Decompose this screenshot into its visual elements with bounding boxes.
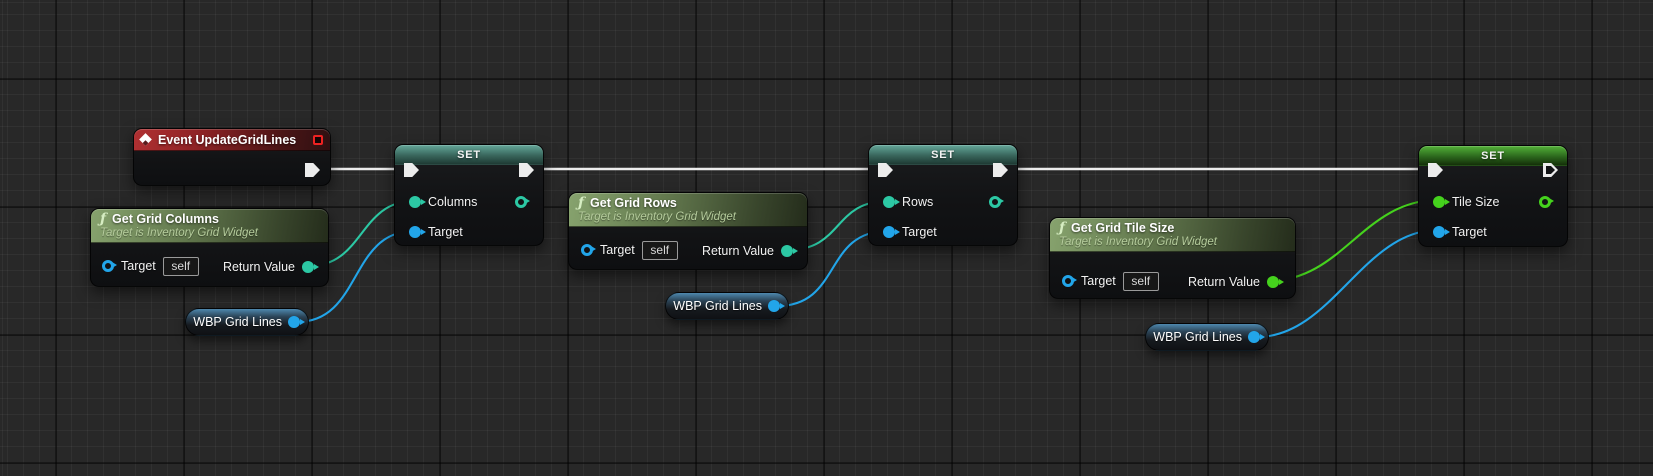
return-value-label: Return Value <box>1187 275 1260 289</box>
target-in-pin[interactable] <box>102 260 117 272</box>
target-self-value[interactable]: self <box>641 240 678 260</box>
set-node-title: SET <box>931 148 955 161</box>
node-variable-wbp-grid-lines-1[interactable]: WBP Grid Lines <box>185 308 309 336</box>
columns-in-pin[interactable] <box>409 196 426 208</box>
target-in-pin[interactable] <box>1433 226 1450 238</box>
target-pin-label: Target <box>428 225 463 239</box>
target-in-pin[interactable] <box>1062 275 1077 287</box>
target-in-pin[interactable] <box>581 244 596 256</box>
function-node-title: Get Grid Rows <box>590 196 677 210</box>
set-node-title: SET <box>457 148 481 161</box>
return-value-pin[interactable] <box>302 261 319 273</box>
columns-pin-label: Columns <box>428 195 478 209</box>
node-set-tile-size[interactable]: SET Tile Size Target <box>1418 145 1568 247</box>
variable-label: WBP Grid Lines <box>673 299 762 313</box>
return-value-label: Return Value <box>701 244 774 258</box>
exec-out-pin[interactable] <box>305 163 320 177</box>
exec-in-pin[interactable] <box>878 163 893 177</box>
set-node-title: SET <box>1481 149 1505 162</box>
function-node-header: ƒ Get Grid Rows Target is Inventory Grid… <box>569 193 807 227</box>
target-pin-label: Target <box>1081 274 1116 288</box>
set-node-header: SET <box>869 145 1017 165</box>
target-pin-label: Target <box>902 225 937 239</box>
node-get-grid-columns[interactable]: ƒ Get Grid Columns Target is Inventory G… <box>90 208 329 287</box>
target-self-value[interactable]: self <box>1122 271 1159 291</box>
node-event-updategridlines[interactable]: Event UpdateGridLines <box>133 128 331 186</box>
tile-size-in-pin[interactable] <box>1433 196 1450 208</box>
target-in-pin[interactable] <box>883 226 900 238</box>
rows-in-pin[interactable] <box>883 196 900 208</box>
function-node-title: Get Grid Tile Size <box>1071 221 1175 235</box>
event-red-box-icon <box>313 134 323 145</box>
rows-pin-label: Rows <box>902 195 934 209</box>
columns-out-pin[interactable] <box>515 196 530 208</box>
node-get-grid-tile-size[interactable]: ƒ Get Grid Tile Size Target is Inventory… <box>1049 217 1296 299</box>
target-self-value[interactable]: self <box>162 256 199 276</box>
node-variable-wbp-grid-lines-3[interactable]: WBP Grid Lines <box>1145 323 1269 351</box>
function-node-title: Get Grid Columns <box>112 212 219 226</box>
event-node-header: Event UpdateGridLines <box>134 129 330 151</box>
event-node-title: Event UpdateGridLines <box>158 132 297 147</box>
node-variable-wbp-grid-lines-2[interactable]: WBP Grid Lines <box>665 292 789 320</box>
tile-size-pin-label: Tile Size <box>1452 195 1500 209</box>
function-node-header: ƒ Get Grid Tile Size Target is Inventory… <box>1050 218 1295 252</box>
return-value-pin[interactable] <box>1267 276 1284 288</box>
variable-label: WBP Grid Lines <box>1153 330 1242 344</box>
return-value-pin[interactable] <box>781 245 798 257</box>
blueprint-graph-canvas[interactable]: Event UpdateGridLines ƒ Get Grid Columns… <box>0 0 1653 476</box>
function-icon: ƒ <box>1059 220 1066 236</box>
function-node-subtitle: Target is Inventory Grid Widget <box>1059 236 1217 248</box>
function-icon: ƒ <box>578 195 585 211</box>
node-set-columns[interactable]: SET Columns Target <box>394 144 544 246</box>
target-pin-label: Target <box>600 243 635 257</box>
variable-out-pin[interactable] <box>288 316 305 328</box>
target-pin-label: Target <box>1452 225 1487 239</box>
variable-out-pin[interactable] <box>768 300 785 312</box>
target-pin-label: Target <box>121 259 156 273</box>
set-node-header: SET <box>395 145 543 165</box>
tile-size-out-pin[interactable] <box>1539 196 1554 208</box>
variable-label: WBP Grid Lines <box>193 315 282 329</box>
variable-out-pin[interactable] <box>1248 331 1265 343</box>
target-in-pin[interactable] <box>409 226 426 238</box>
function-node-subtitle: Target is Inventory Grid Widget <box>100 227 258 239</box>
function-node-subtitle: Target is Inventory Grid Widget <box>578 211 736 223</box>
exec-out-pin[interactable] <box>519 163 534 177</box>
return-value-label: Return Value <box>222 260 295 274</box>
rows-out-pin[interactable] <box>989 196 1004 208</box>
event-diamond-icon <box>139 133 152 146</box>
function-node-header: ƒ Get Grid Columns Target is Inventory G… <box>91 209 328 243</box>
node-get-grid-rows[interactable]: ƒ Get Grid Rows Target is Inventory Grid… <box>568 192 808 270</box>
exec-out-pin[interactable] <box>993 163 1008 177</box>
function-icon: ƒ <box>100 211 107 227</box>
node-set-rows[interactable]: SET Rows Target <box>868 144 1018 246</box>
exec-in-pin[interactable] <box>404 163 419 177</box>
